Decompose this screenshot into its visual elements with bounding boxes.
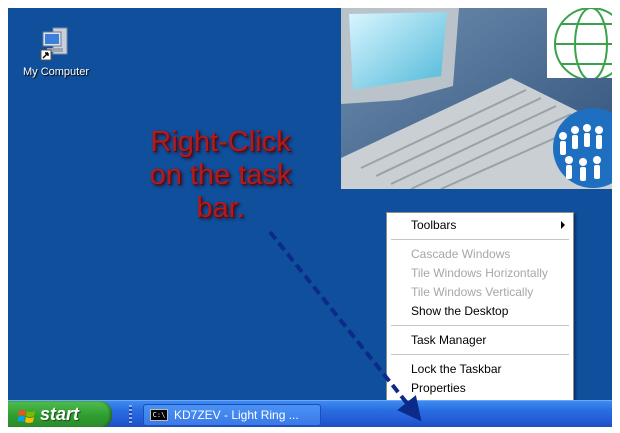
windows-logo-icon [17, 406, 36, 423]
instruction-line: on the task [149, 159, 292, 191]
menu-item-lock-taskbar[interactable]: Lock the Taskbar [389, 360, 571, 379]
menu-item-label: Properties [411, 381, 466, 395]
desktop-icon-label: My Computer [22, 66, 90, 78]
menu-item-task-manager[interactable]: Task Manager [389, 331, 571, 350]
menu-separator [391, 325, 569, 326]
taskbar-grip-handle[interactable] [129, 405, 132, 424]
desktop-icon-my-computer[interactable]: My Computer [18, 26, 94, 78]
taskbar[interactable]: start C:\ KD7ZEV - Light Ring ... [8, 400, 612, 427]
menu-item-properties[interactable]: Properties [389, 379, 571, 398]
taskbar-button-label: KD7ZEV - Light Ring ... [174, 408, 299, 422]
menu-item-cascade-windows: Cascade Windows [389, 245, 571, 264]
taskbar-button-window[interactable]: C:\ KD7ZEV - Light Ring ... [143, 404, 321, 426]
desktop[interactable]: My Computer Right-Click on the task bar.… [8, 8, 612, 427]
submenu-arrow-icon [561, 221, 565, 229]
command-prompt-icon: C:\ [150, 409, 168, 421]
instruction-line: Right-Click [150, 126, 291, 158]
menu-item-label: Tile Windows Vertically [411, 285, 534, 299]
menu-separator [391, 239, 569, 240]
menu-item-show-desktop[interactable]: Show the Desktop [389, 302, 571, 321]
globe-graphic [547, 8, 612, 81]
people-globe-graphic [549, 108, 612, 188]
menu-item-label: Show the Desktop [411, 304, 509, 318]
start-button[interactable]: start [8, 401, 112, 427]
menu-item-label: Toolbars [411, 218, 457, 232]
menu-separator [391, 354, 569, 355]
menu-item-toolbars[interactable]: Toolbars [389, 216, 571, 235]
menu-item-label: Task Manager [411, 333, 487, 347]
menu-item-label: Tile Windows Horizontally [411, 266, 548, 280]
menu-item-tile-horizontally: Tile Windows Horizontally [389, 264, 571, 283]
instruction-line: bar. [196, 192, 245, 224]
taskbar-context-menu: Toolbars Cascade Windows Tile Windows Ho… [386, 212, 574, 408]
menu-item-label: Lock the Taskbar [411, 362, 502, 376]
instruction-text: Right-Click on the task bar. [108, 126, 333, 225]
menu-item-tile-vertically: Tile Windows Vertically [389, 283, 571, 302]
menu-item-label: Cascade Windows [411, 247, 511, 261]
start-button-label: start [40, 404, 80, 424]
my-computer-icon [39, 26, 73, 62]
